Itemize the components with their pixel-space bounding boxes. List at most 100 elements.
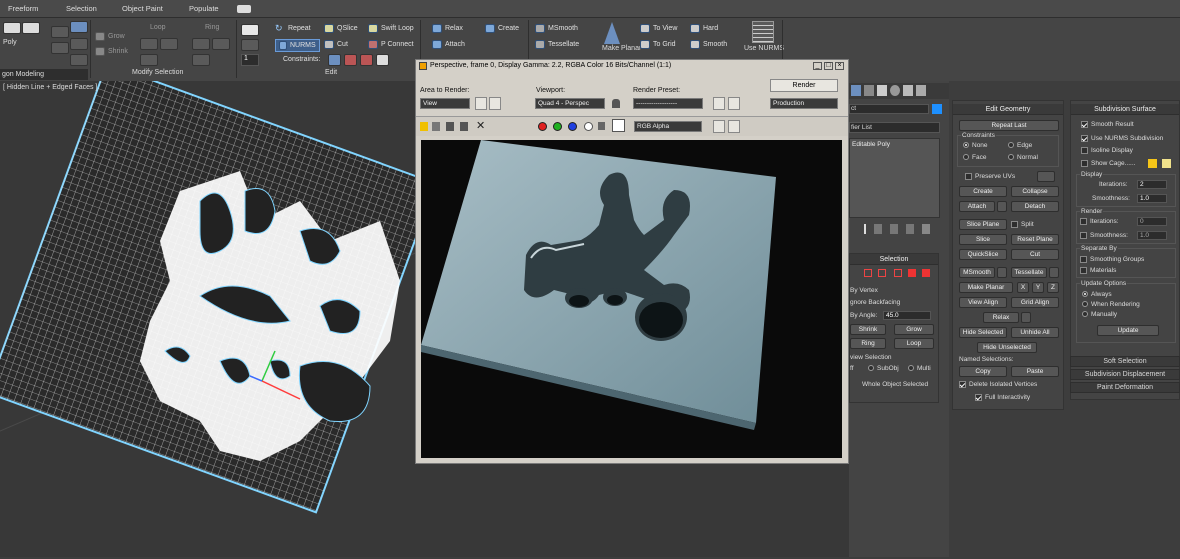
loop-shrink-icon[interactable] bbox=[160, 38, 178, 50]
create-button[interactable]: Create bbox=[485, 24, 519, 33]
show-cage-checkbox[interactable]: Show Cage...... bbox=[1081, 160, 1135, 167]
cage-color-swatch-1[interactable] bbox=[1148, 159, 1157, 168]
hide-unselected-button[interactable]: Hide Unselected bbox=[977, 342, 1037, 353]
paste-button[interactable]: Paste bbox=[1011, 366, 1059, 377]
print-image-icon[interactable] bbox=[460, 122, 468, 131]
tessellate-settings-icon[interactable] bbox=[1049, 267, 1059, 278]
planar-x-button[interactable]: X bbox=[1017, 282, 1029, 293]
edit-spinner[interactable]: 1 bbox=[241, 54, 259, 66]
clear-image-icon[interactable]: ✕ bbox=[476, 119, 485, 132]
slice-plane-button[interactable]: Slice Plane bbox=[959, 219, 1007, 230]
to-view-button[interactable]: To View bbox=[640, 24, 677, 33]
attach-button[interactable]: Attach bbox=[432, 40, 465, 49]
shrink-selection-button[interactable]: Shrink bbox=[850, 324, 886, 335]
msmooth-button[interactable]: MSmooth bbox=[535, 24, 578, 33]
loop-button[interactable]: Loop bbox=[150, 24, 166, 31]
relax-button[interactable]: Relax bbox=[432, 24, 463, 33]
render-iterations-spinner[interactable]: 0 bbox=[1137, 217, 1167, 226]
planar-y-button[interactable]: Y bbox=[1032, 282, 1044, 293]
attach-settings-icon[interactable] bbox=[997, 201, 1007, 212]
modeling-tool-2[interactable] bbox=[51, 42, 69, 54]
update-always-radio[interactable]: Always bbox=[1082, 291, 1112, 298]
shrink-button[interactable]: Shrink bbox=[95, 47, 128, 56]
grid-align-button[interactable]: Grid Align bbox=[1011, 297, 1059, 308]
display-iterations-spinner[interactable]: 2 bbox=[1137, 180, 1167, 189]
p-connect-button[interactable]: P Connect bbox=[368, 40, 414, 49]
constraint-face-icon[interactable] bbox=[360, 54, 373, 66]
ignore-backfacing-checkbox[interactable]: gnore Backfacing bbox=[850, 299, 900, 306]
ring-shrink-icon[interactable] bbox=[212, 38, 230, 50]
use-nurms-checkbox[interactable]: Use NURMS Subdivision bbox=[1081, 135, 1163, 142]
by-vertex-checkbox[interactable]: By Vertex bbox=[850, 287, 878, 294]
update-manually-radio[interactable]: Manually bbox=[1082, 311, 1117, 318]
object-name-field[interactable]: ct bbox=[849, 104, 929, 114]
constraint-none-icon[interactable] bbox=[328, 54, 341, 66]
make-planar-icon[interactable] bbox=[604, 22, 620, 44]
make-planar-button[interactable]: Make Planar bbox=[602, 45, 641, 52]
tab-object-paint[interactable]: Object Paint bbox=[122, 4, 163, 13]
by-angle-spinner[interactable]: 45.0 bbox=[883, 311, 931, 320]
display-tab-icon[interactable] bbox=[903, 85, 913, 96]
swift-loop-button[interactable]: Swift Loop bbox=[368, 24, 414, 33]
subdivision-displacement-rollout[interactable]: Subdivision Displacement bbox=[1070, 369, 1180, 380]
hierarchy-tab-icon[interactable] bbox=[877, 85, 887, 96]
lock-icon[interactable] bbox=[612, 99, 620, 108]
viewport-dropdown[interactable]: Quad 4 - Perspec bbox=[535, 98, 605, 109]
planar-z-button[interactable]: Z bbox=[1047, 282, 1059, 293]
polygon-level-icon[interactable] bbox=[908, 269, 916, 277]
poly-mode-label[interactable]: Poly bbox=[3, 39, 17, 46]
production-dropdown[interactable]: Production bbox=[770, 98, 838, 109]
repeat-last-button[interactable]: Repeat Last bbox=[959, 120, 1059, 131]
isoline-display-checkbox[interactable]: Isoline Display bbox=[1081, 147, 1133, 154]
tab-freeform[interactable]: Freeform bbox=[8, 4, 38, 13]
smoothing-groups-checkbox[interactable]: Smoothing Groups bbox=[1080, 256, 1144, 263]
motion-tab-icon[interactable] bbox=[890, 85, 900, 96]
toggle-ui-icon[interactable] bbox=[728, 120, 740, 133]
clone-frame-icon[interactable] bbox=[446, 122, 454, 131]
constraint-face-radio[interactable]: Face bbox=[963, 154, 986, 161]
update-button[interactable]: Update bbox=[1097, 325, 1159, 336]
swatch-white[interactable] bbox=[612, 119, 625, 132]
ribbon-options-icon[interactable] bbox=[237, 5, 251, 13]
render-smoothness-checkbox[interactable]: Smoothness: bbox=[1080, 232, 1128, 239]
edit-label[interactable]: Edit bbox=[325, 69, 337, 76]
close-button[interactable]: × bbox=[835, 62, 844, 70]
render-setup-icon[interactable] bbox=[713, 97, 725, 110]
vertex-level-icon[interactable] bbox=[864, 269, 872, 277]
ring-button[interactable]: Ring bbox=[205, 24, 219, 31]
preview-subobj-radio[interactable]: SubObj bbox=[868, 365, 899, 372]
render-iterations-checkbox[interactable]: Iterations: bbox=[1080, 218, 1119, 225]
edit-region-icon[interactable] bbox=[475, 97, 487, 110]
modeling-tool-4[interactable] bbox=[70, 38, 88, 50]
tab-selection[interactable]: Selection bbox=[66, 4, 97, 13]
modifier-list-dropdown[interactable]: fier List bbox=[849, 122, 940, 133]
object-color-swatch[interactable] bbox=[932, 104, 942, 114]
unhide-all-button[interactable]: Unhide All bbox=[1011, 327, 1059, 338]
full-interactivity-checkbox[interactable]: Full Interactivity bbox=[975, 394, 1030, 401]
msmooth-button-panel[interactable]: MSmooth bbox=[959, 267, 995, 278]
show-end-result-icon[interactable] bbox=[874, 224, 882, 234]
slice-button[interactable]: Slice bbox=[959, 234, 1007, 245]
ring-mode-icon[interactable] bbox=[192, 54, 210, 66]
detach-button[interactable]: Detach bbox=[1011, 201, 1059, 212]
render-smoothness-spinner[interactable]: 1.0 bbox=[1137, 231, 1167, 240]
constraint-none-radio[interactable]: None bbox=[963, 142, 988, 149]
attach-button-panel[interactable]: Attach bbox=[959, 201, 995, 212]
modify-tab-icon[interactable] bbox=[864, 85, 874, 96]
tab-populate[interactable]: Populate bbox=[189, 4, 219, 13]
loop-mode-icon[interactable] bbox=[140, 54, 158, 66]
tessellate-button-panel[interactable]: Tessellate bbox=[1011, 267, 1047, 278]
hard-button[interactable]: Hard bbox=[690, 24, 718, 33]
paint-deformation-rollout[interactable]: Paint Deformation bbox=[1070, 382, 1180, 393]
quickslice-button[interactable]: QuickSlice bbox=[959, 249, 1007, 260]
alpha-channel-icon[interactable] bbox=[584, 122, 593, 131]
edit-tool-icon-2[interactable] bbox=[241, 39, 259, 51]
selection-rollout-title[interactable]: Selection bbox=[850, 254, 938, 265]
constraint-edge-radio[interactable]: Edge bbox=[1008, 142, 1032, 149]
modeling-tool-3[interactable] bbox=[70, 21, 88, 33]
to-grid-button[interactable]: To Grid bbox=[640, 40, 676, 49]
environment-effects-icon[interactable] bbox=[728, 97, 740, 110]
reset-plane-button[interactable]: Reset Plane bbox=[1011, 234, 1059, 245]
channel-dropdown[interactable]: RGB Alpha bbox=[634, 121, 702, 132]
auto-region-icon[interactable] bbox=[489, 97, 501, 110]
